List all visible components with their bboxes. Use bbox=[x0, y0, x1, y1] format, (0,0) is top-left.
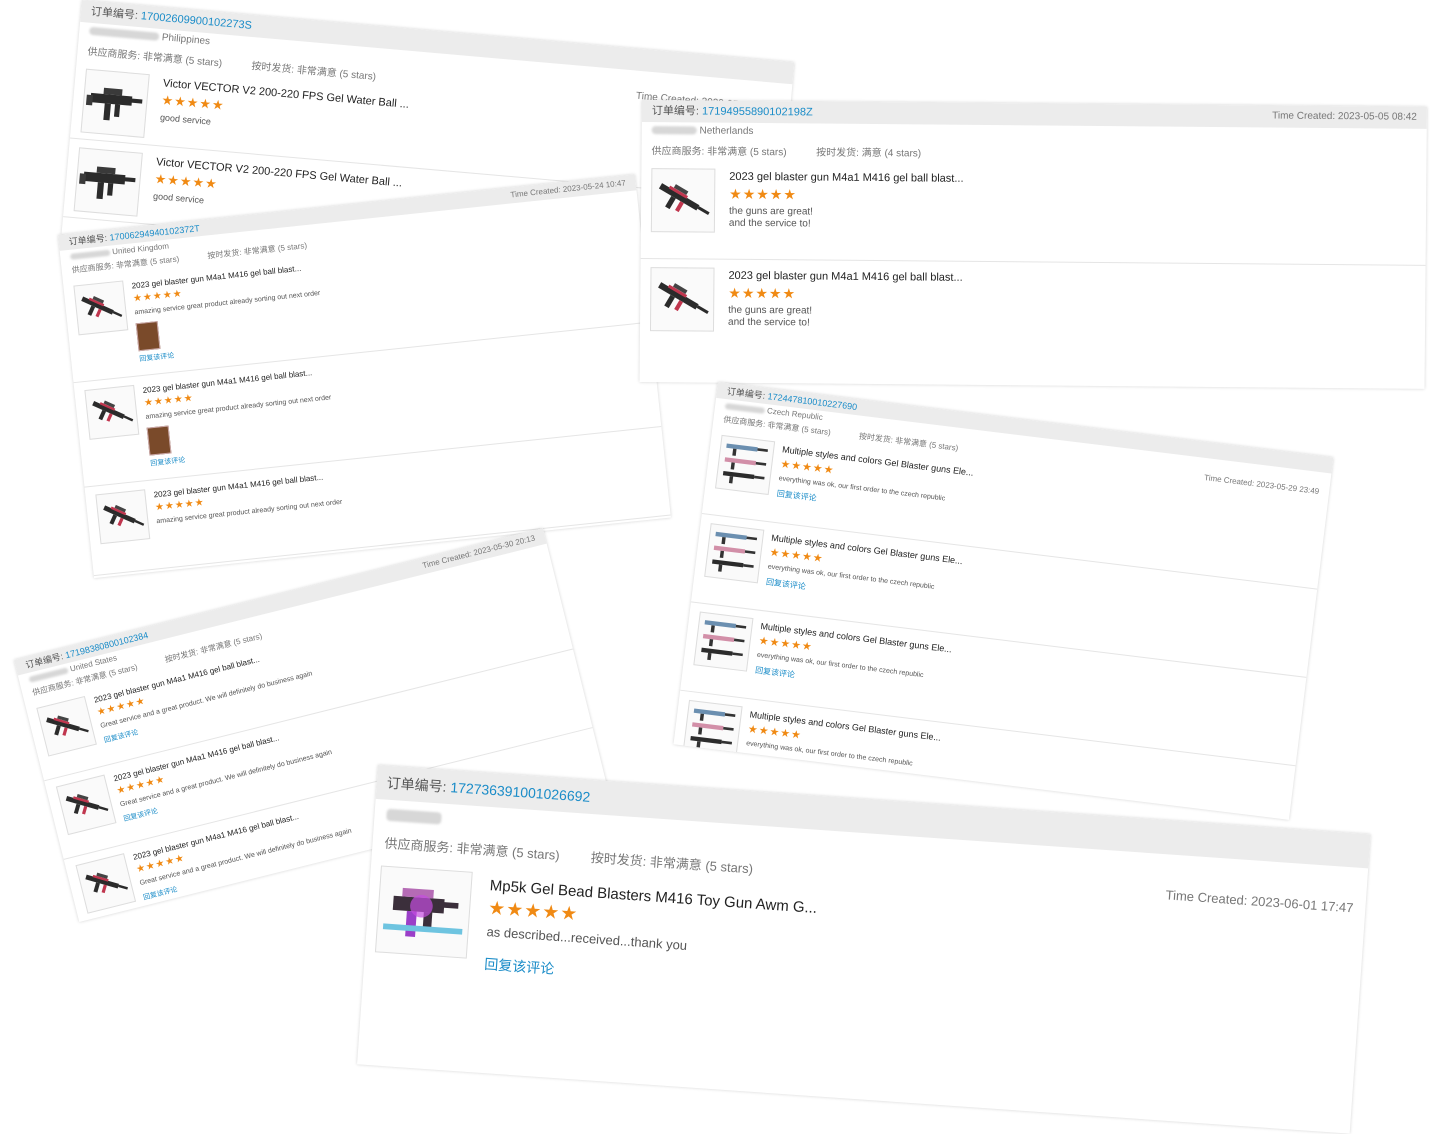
order-number-link[interactable]: 17194955890102198Z bbox=[702, 106, 813, 119]
review-card: 订单编号: 17006294940102372T Time Created: 2… bbox=[58, 174, 671, 579]
order-label: 订单编号: bbox=[726, 386, 766, 401]
product-image[interactable] bbox=[73, 147, 143, 217]
product-image[interactable] bbox=[374, 865, 473, 959]
order-label: 订单编号: bbox=[90, 5, 139, 22]
order-number-link[interactable]: 17002609900102273S bbox=[140, 10, 252, 32]
product-image[interactable] bbox=[682, 699, 743, 761]
service-stars: (5 stars) bbox=[511, 844, 561, 863]
list-item: 2023 gel blaster gun M4a1 M416 gel ball … bbox=[640, 259, 1426, 364]
delivery-rating: 按时发货: 非常满意 bbox=[590, 850, 703, 873]
review-card: 订单编号: 17194955890102198Z Time Created: 2… bbox=[639, 100, 1427, 389]
service-stars: (5 stars) bbox=[149, 254, 180, 267]
service-rating: 供应商服务: 非常满意 bbox=[384, 835, 510, 860]
service-stars: (5 stars) bbox=[184, 55, 223, 70]
order-label: 订单编号: bbox=[68, 232, 108, 247]
service-stars: (5 stars) bbox=[801, 424, 832, 438]
blurred-buyer-name bbox=[651, 126, 697, 135]
order-label: 订单编号: bbox=[386, 774, 448, 795]
review-photo[interactable] bbox=[135, 321, 161, 352]
star-rating: ★★★★★ bbox=[729, 185, 798, 203]
product-image[interactable] bbox=[80, 68, 150, 138]
service-stars: (5 stars) bbox=[749, 146, 787, 159]
time-created: Time Created: 2023-05-05 08:42 bbox=[1272, 110, 1417, 123]
star-rating: ★★★★★ bbox=[728, 284, 797, 302]
product-image[interactable] bbox=[650, 168, 716, 233]
delivery-stars: (5 stars) bbox=[704, 858, 754, 877]
list-item: 2023 gel blaster gun M4a1 M416 gel ball … bbox=[640, 159, 1427, 266]
order-label: 订单编号: bbox=[651, 105, 700, 118]
delivery-stars: (5 stars) bbox=[928, 440, 959, 453]
review-card: 订单编号: 172736391001026692 供应商服务: 非常满意 (5 … bbox=[357, 765, 1371, 1134]
blurred-buyer-name bbox=[386, 808, 442, 825]
order-number-link[interactable]: 172736391001026692 bbox=[450, 779, 591, 805]
product-image[interactable] bbox=[75, 853, 137, 914]
delivery-stars: (5 stars) bbox=[338, 68, 377, 83]
time-created: Time Created: 2023-06-01 17:47 bbox=[1165, 887, 1354, 916]
product-image[interactable] bbox=[55, 774, 117, 836]
delivery-rating: 按时发货: 满意 bbox=[816, 147, 882, 160]
product-image[interactable] bbox=[704, 523, 765, 584]
service-rating: 供应商服务: 非常满意 bbox=[651, 146, 748, 158]
product-image[interactable] bbox=[715, 434, 776, 496]
review-photo[interactable] bbox=[146, 425, 172, 456]
product-image[interactable] bbox=[649, 267, 715, 332]
blurred-buyer-name bbox=[70, 249, 111, 260]
delivery-stars: (4 stars) bbox=[884, 148, 922, 160]
blurred-buyer-name bbox=[88, 27, 160, 42]
product-image[interactable] bbox=[693, 611, 754, 672]
product-image[interactable] bbox=[95, 489, 151, 545]
product-image[interactable] bbox=[73, 280, 129, 336]
delivery-stars: (5 stars) bbox=[277, 241, 308, 254]
product-image[interactable] bbox=[36, 695, 97, 757]
product-image[interactable] bbox=[84, 384, 140, 440]
review-card: 订单编号: 172447810010227690 Czech Republic … bbox=[673, 382, 1334, 820]
